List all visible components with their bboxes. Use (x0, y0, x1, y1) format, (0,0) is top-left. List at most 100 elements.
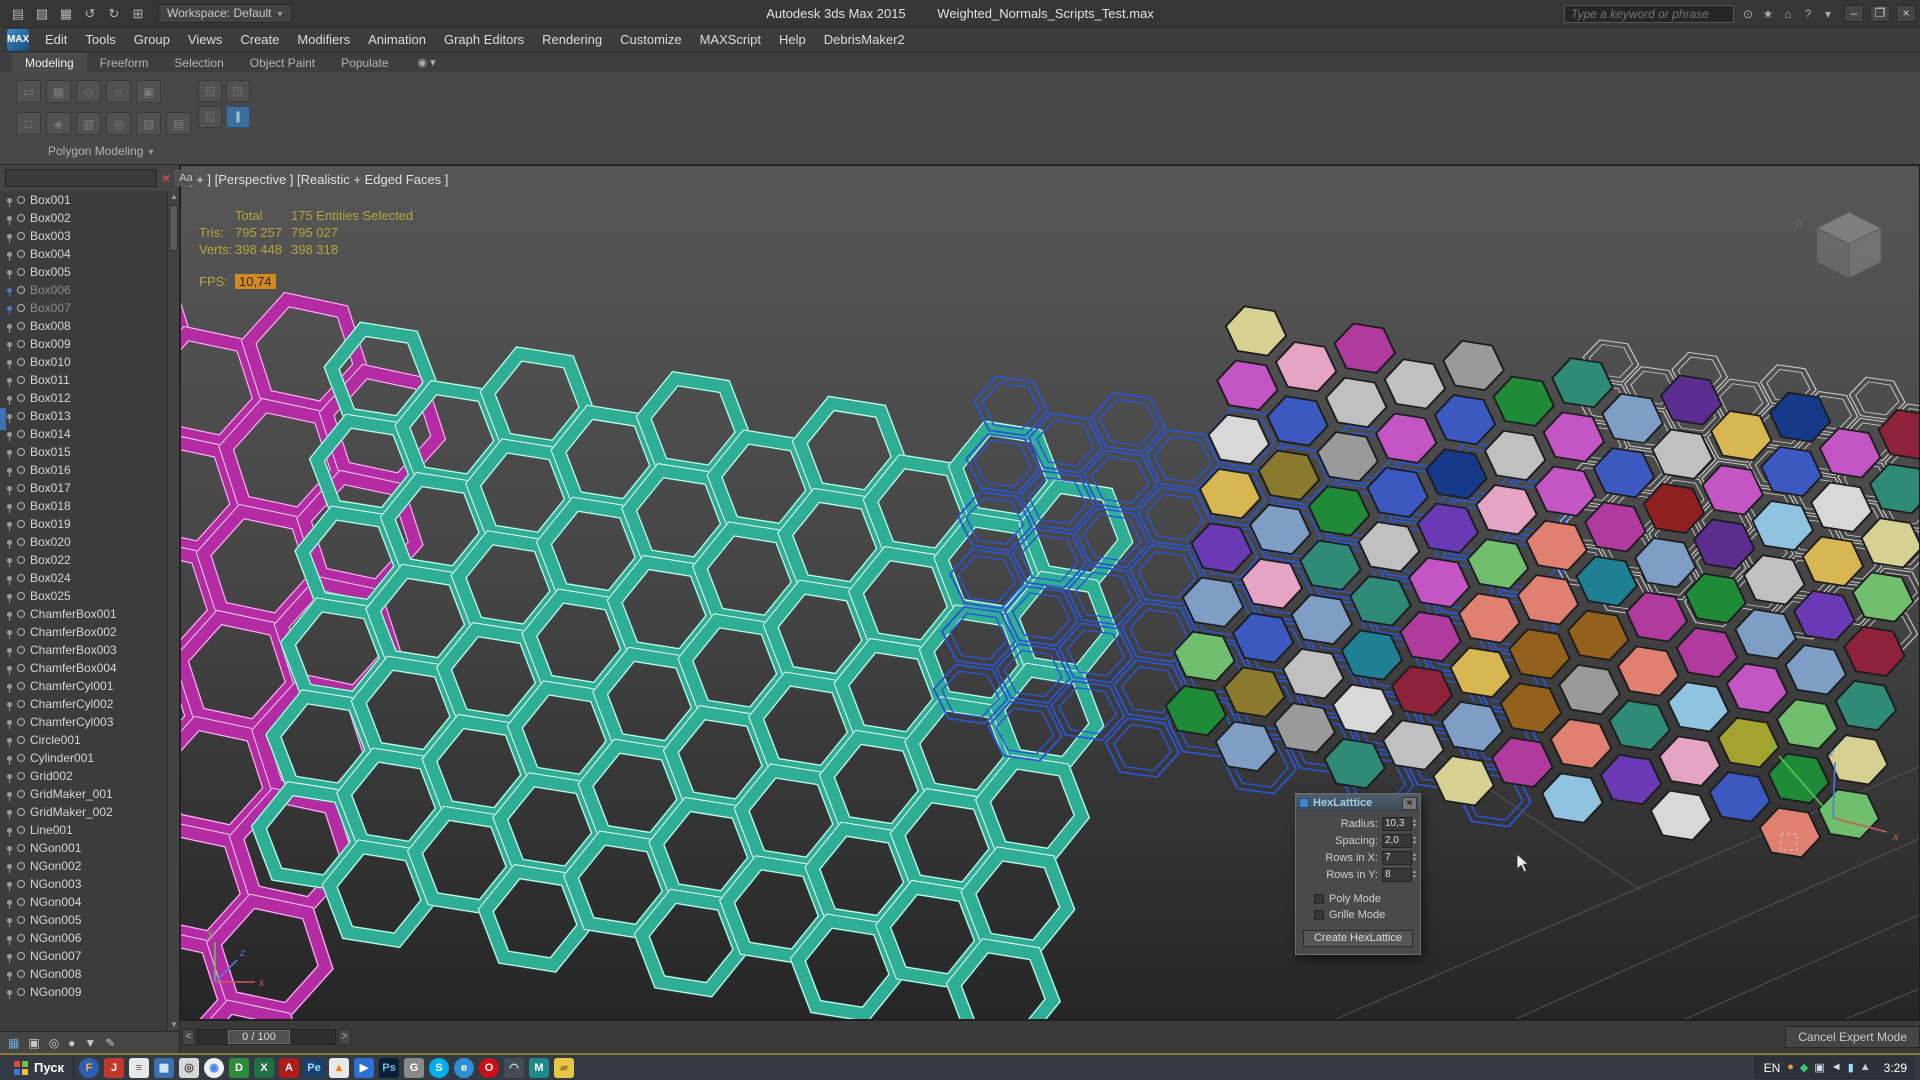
help-icon[interactable]: ? (1798, 5, 1818, 23)
pin-icon[interactable] (7, 900, 12, 905)
ribbon-tool-icon[interactable]: ▧ (136, 112, 161, 135)
dialog-close-icon[interactable]: × (1402, 797, 1417, 810)
vlc-icon[interactable]: ▲ (329, 1058, 349, 1078)
folder-icon[interactable]: ▰ (554, 1058, 574, 1078)
colored-hex-lattice[interactable] (1158, 304, 1920, 868)
menu-item[interactable]: Views (179, 28, 231, 52)
dot-icon[interactable]: ● (68, 1036, 75, 1050)
scene-object-row[interactable]: Box020 (0, 533, 167, 551)
hexlattice-dialog[interactable]: HexLatttice × Radius: 10,3 Spacing: 2,0 … (1295, 793, 1421, 955)
notepad-icon[interactable]: ≡ (129, 1058, 149, 1078)
scene-object-row[interactable]: ChamferCyl001 (0, 677, 167, 695)
scrollbar-thumb[interactable] (169, 205, 178, 251)
pin-icon[interactable] (7, 360, 12, 365)
scene-object-row[interactable]: Box004 (0, 245, 167, 263)
pin-icon[interactable] (7, 342, 12, 347)
pin-icon[interactable] (7, 810, 12, 815)
dialog-titlebar[interactable]: HexLatttice × (1296, 794, 1420, 812)
scene-object-row[interactable]: NGon002 (0, 857, 167, 875)
scene-object-row[interactable]: NGon001 (0, 839, 167, 857)
pin-icon[interactable] (7, 414, 12, 419)
menu-item[interactable]: MAXScript (691, 28, 770, 52)
scene-object-row[interactable]: NGon007 (0, 947, 167, 965)
scene-object-row[interactable]: Line001 (0, 821, 167, 839)
teal-hex-lattice[interactable] (236, 318, 1147, 1020)
undo-icon[interactable]: ↺ (78, 4, 102, 24)
opera-icon[interactable]: O (479, 1058, 499, 1078)
pin-icon[interactable] (7, 486, 12, 491)
scene-object-row[interactable]: NGon004 (0, 893, 167, 911)
scene-object-row[interactable]: Cylinder001 (0, 749, 167, 767)
pin-icon[interactable] (7, 576, 12, 581)
scene-object-row[interactable]: ChamferCyl003 (0, 713, 167, 731)
pin-icon[interactable] (7, 450, 12, 455)
timeline-prev-button[interactable]: < (182, 1029, 195, 1045)
skype-icon[interactable]: S (429, 1058, 449, 1078)
cancel-expert-mode-button[interactable]: Cancel Expert Mode (1785, 1026, 1920, 1048)
scene-object-row[interactable]: Box017 (0, 479, 167, 497)
scene-object-row[interactable]: Circle001 (0, 731, 167, 749)
pin-icon[interactable] (7, 396, 12, 401)
create-hexlattice-button[interactable]: Create HexLattice (1303, 930, 1413, 947)
pin-icon[interactable] (7, 522, 12, 527)
pin-icon[interactable] (7, 720, 12, 725)
steam-icon[interactable]: ◠ (504, 1058, 524, 1078)
redo-icon[interactable]: ↻ (102, 4, 126, 24)
firefox-icon[interactable]: F (79, 1058, 99, 1078)
scene-object-row[interactable]: NGon006 (0, 929, 167, 947)
viewcube-home-icon[interactable]: ⌂ (1795, 214, 1803, 229)
dragon-icon[interactable]: D (229, 1058, 249, 1078)
pin-icon[interactable] (7, 594, 12, 599)
scene-object-row[interactable]: Box025 (0, 587, 167, 605)
clock[interactable]: 3:29 (1878, 1061, 1907, 1075)
ribbon-display-toggle-icon[interactable]: ◉ ▾ (412, 53, 442, 72)
start-button[interactable]: Пуск (5, 1056, 74, 1079)
panel-grip[interactable] (0, 408, 6, 430)
scene-object-row[interactable]: ChamferBox003 (0, 641, 167, 659)
pin-icon[interactable] (7, 864, 12, 869)
pin-icon[interactable] (7, 288, 12, 293)
timeline-slider[interactable]: 0 / 100 (228, 1030, 290, 1044)
pin-icon[interactable] (7, 504, 12, 509)
pin-icon[interactable] (7, 558, 12, 563)
scene-object-row[interactable]: NGon009 (0, 983, 167, 1001)
photoshop-icon[interactable]: Ps (379, 1058, 399, 1078)
scene-object-row[interactable]: Box012 (0, 389, 167, 407)
sign-in-icon[interactable]: ⊙ (1738, 5, 1758, 23)
scene-object-row[interactable]: ChamferBox002 (0, 623, 167, 641)
pin-icon[interactable] (7, 378, 12, 383)
ribbon-tool-icon[interactable]: ◳ (226, 80, 250, 102)
menu-item[interactable]: Modifiers (288, 28, 359, 52)
scene-object-row[interactable]: ChamferBox001 (0, 605, 167, 623)
ribbon-tool-icon[interactable]: ▣ (136, 80, 161, 103)
eject-icon[interactable]: ▲ (1860, 1061, 1871, 1074)
menu-item[interactable]: Create (231, 28, 288, 52)
scene-object-row[interactable]: NGon003 (0, 875, 167, 893)
ribbon-tool-icon[interactable]: ▥ (76, 112, 101, 135)
menu-item[interactable]: Animation (359, 28, 435, 52)
save-tool-icon[interactable]: ▦ (154, 1058, 174, 1078)
menu-item[interactable]: Rendering (533, 28, 611, 52)
ribbon-tab[interactable]: Selection (161, 53, 236, 72)
layers-icon[interactable]: ▣ (28, 1036, 39, 1050)
ribbon-tool-icon[interactable]: ◰ (198, 80, 222, 102)
3dsmax-icon[interactable]: M (529, 1058, 549, 1078)
pin-icon[interactable] (7, 666, 12, 671)
scene-object-row[interactable]: Box024 (0, 569, 167, 587)
pin-icon[interactable] (7, 306, 12, 311)
ribbon-tool-icon[interactable]: ▭ (16, 80, 41, 103)
scene-object-row[interactable]: Box002 (0, 209, 167, 227)
scene-object-row[interactable]: Box001 (0, 191, 167, 209)
perspective-viewport[interactable]: ⌂ y x z y x z [ + ] [Perspective ] [Rea (180, 165, 1920, 1020)
dialog-field-input[interactable]: 2,0 (1382, 834, 1412, 848)
scroll-up-icon[interactable]: ▲ (168, 191, 179, 203)
scene-object-row[interactable]: Box006 (0, 281, 167, 299)
dialog-field-input[interactable]: 10,3 (1382, 817, 1412, 831)
acrobat-icon[interactable]: A (279, 1058, 299, 1078)
scene-object-row[interactable]: Box007 (0, 299, 167, 317)
ribbon-tab[interactable]: Object Paint (237, 53, 328, 72)
menu-item[interactable]: Customize (611, 28, 690, 52)
scene-object-row[interactable]: Box008 (0, 317, 167, 335)
pin-icon[interactable] (7, 540, 12, 545)
screenshot-icon[interactable]: ◎ (179, 1058, 199, 1078)
